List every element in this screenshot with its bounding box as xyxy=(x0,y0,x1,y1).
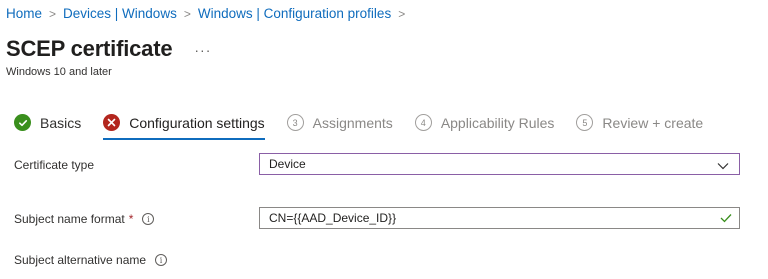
step-number-4-icon: 4 xyxy=(414,114,432,131)
step-number-5-icon: 5 xyxy=(576,114,594,131)
chevron-down-icon xyxy=(717,159,729,173)
breadcrumb-devices-windows[interactable]: Devices | Windows xyxy=(63,6,177,21)
subject-alternative-name-label-text: Subject alternative name xyxy=(14,253,147,267)
subject-name-format-label-text: Subject name format xyxy=(14,212,125,226)
subject-name-format-value: CN={{AAD_Device_ID}} xyxy=(269,211,397,225)
step-applicability-rules[interactable]: 4 Applicability Rules xyxy=(414,114,555,131)
check-circle-icon xyxy=(14,114,31,131)
chevron-right-icon: > xyxy=(183,7,191,21)
step-assignments-label: Assignments xyxy=(312,114,393,131)
step-basics[interactable]: Basics xyxy=(14,114,81,131)
certificate-type-dropdown[interactable]: Device xyxy=(259,153,740,175)
breadcrumb-configuration-profiles[interactable]: Windows | Configuration profiles xyxy=(198,6,391,21)
page-subtitle: Windows 10 and later xyxy=(6,66,112,78)
subject-name-format-row: Subject name format * i CN={{AAD_Device_… xyxy=(14,207,744,231)
step-review-create[interactable]: 5 Review + create xyxy=(576,114,703,131)
step-configuration-settings-label: Configuration settings xyxy=(129,114,265,131)
certificate-type-label: Certificate type xyxy=(14,158,94,172)
certificate-type-row: Certificate type Device xyxy=(14,153,744,177)
subject-name-format-input[interactable]: CN={{AAD_Device_ID}} xyxy=(259,207,740,229)
info-icon[interactable]: i xyxy=(142,213,155,225)
step-assignments[interactable]: 3 Assignments xyxy=(286,114,393,131)
breadcrumb: Home > Devices | Windows > Windows | Configu… xyxy=(6,6,412,21)
certificate-type-label-text: Certificate type xyxy=(14,158,95,172)
subject-name-format-label: Subject name format * i xyxy=(14,212,155,226)
step-configuration-settings[interactable]: Configuration settings xyxy=(103,114,266,140)
step-basics-label: Basics xyxy=(40,114,82,131)
page-title: SCEP certificate xyxy=(6,36,173,61)
step-number-3-icon: 3 xyxy=(286,114,304,131)
chevron-right-icon: > xyxy=(49,7,57,21)
subject-alternative-name-label: Subject alternative name i xyxy=(14,253,168,267)
chevron-right-icon: > xyxy=(398,7,406,21)
breadcrumb-home[interactable]: Home xyxy=(6,6,42,21)
error-circle-icon xyxy=(103,114,121,131)
subject-alternative-name-row: Subject alternative name i xyxy=(14,248,744,272)
step-review-create-label: Review + create xyxy=(602,114,704,131)
required-marker: * xyxy=(128,212,134,226)
check-icon xyxy=(720,212,732,226)
info-icon[interactable]: i xyxy=(155,254,168,266)
certificate-type-value: Device xyxy=(269,157,306,171)
wizard-steps: Basics Configuration settings 3 Assignme… xyxy=(14,114,725,140)
more-options-button[interactable]: ··· xyxy=(194,42,211,58)
step-applicability-rules-label: Applicability Rules xyxy=(440,114,555,131)
